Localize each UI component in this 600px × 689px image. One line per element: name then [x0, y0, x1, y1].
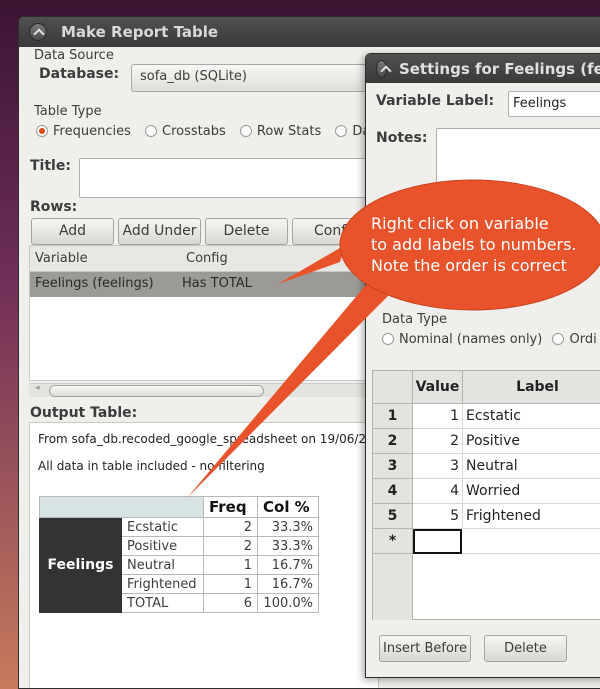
callout-graphic [187, 179, 600, 498]
callout-line-2: to add labels to numbers. [371, 235, 577, 254]
callout-pointer-lower [187, 280, 392, 498]
callout-pointer-upper [278, 245, 345, 284]
callout-line-3: Note the order is correct [371, 256, 567, 275]
callout-line-1: Right click on variable [371, 214, 549, 233]
